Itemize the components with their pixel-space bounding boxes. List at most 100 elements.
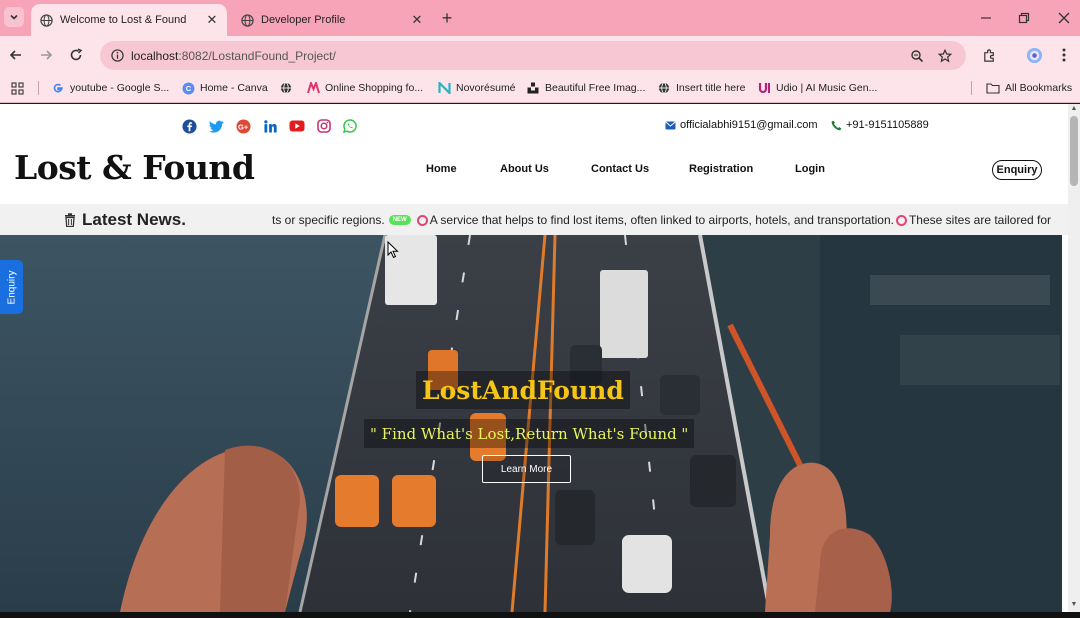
zoom-icon[interactable] xyxy=(908,47,926,65)
restore-button[interactable] xyxy=(1012,6,1036,30)
google-icon xyxy=(51,81,65,95)
extensions-button[interactable] xyxy=(977,43,1001,67)
reload-icon xyxy=(70,48,83,61)
restore-icon xyxy=(1018,12,1030,24)
new-badge: NEW xyxy=(388,214,411,225)
twitter-icon[interactable] xyxy=(208,118,224,134)
bullet-icon xyxy=(895,214,907,226)
linkedin-icon[interactable] xyxy=(262,118,278,134)
udio-icon xyxy=(757,81,771,95)
hero-subtitle: " Find What's Lost,Return What's Found " xyxy=(364,419,695,448)
site-info-icon[interactable] xyxy=(108,47,126,65)
close-tab-icon[interactable]: ✕ xyxy=(408,11,426,29)
browser-window: Welcome to Lost & Found ✕ Developer Prof… xyxy=(0,0,1080,618)
news-ticker[interactable]: ts or specific regions. NEW A service th… xyxy=(272,204,1062,235)
profile-button[interactable] xyxy=(1022,43,1046,67)
arrow-right-icon xyxy=(41,50,53,60)
google-plus-icon[interactable]: G+ xyxy=(235,118,251,134)
site-logo[interactable]: Lost & Found xyxy=(14,148,255,187)
bullet-icon xyxy=(416,214,428,226)
scrollbar-thumb[interactable] xyxy=(1070,116,1078,186)
svg-text:C: C xyxy=(185,84,191,93)
hero-text-block: LostAndFound " Find What's Lost,Return W… xyxy=(0,235,1062,612)
myntra-icon xyxy=(306,81,320,95)
phone-icon xyxy=(831,120,842,131)
minimize-icon xyxy=(981,17,991,19)
nav-contact-us[interactable]: Contact Us xyxy=(591,163,649,175)
side-enquiry-tab[interactable]: Enquiry xyxy=(0,260,23,314)
youtube-icon[interactable] xyxy=(289,118,305,134)
canva-icon: C xyxy=(181,81,195,95)
bookmark-unsplash[interactable]: Beautiful Free Imag... xyxy=(526,79,645,97)
address-bar[interactable]: localhost:8082/LostandFound_Project/ xyxy=(100,41,966,70)
hero-title: LostAndFound xyxy=(416,371,630,409)
web-page: G+ officialabhi9151@gmail.com +91-915110… xyxy=(0,104,1068,612)
ticker-text: ts or specific regions. xyxy=(272,212,385,227)
globe-icon xyxy=(240,13,254,27)
apps-button[interactable] xyxy=(11,79,24,97)
reload-button[interactable] xyxy=(64,43,88,67)
phone-contact[interactable]: +91-9151105889 xyxy=(831,117,929,133)
globe-icon xyxy=(279,81,293,95)
tab-search-button[interactable] xyxy=(4,7,24,27)
divider xyxy=(38,81,39,95)
close-tab-icon[interactable]: ✕ xyxy=(203,11,221,29)
unsplash-icon xyxy=(526,81,540,95)
tab-title: Welcome to Lost & Found xyxy=(60,14,187,26)
envelope-icon xyxy=(665,121,676,130)
news-bar: Latest News. ts or specific regions. NEW… xyxy=(0,204,1068,235)
learn-more-button[interactable]: Learn More xyxy=(482,455,571,483)
novoresume-icon xyxy=(437,81,451,95)
ticker-text: A service that helps to find lost items,… xyxy=(429,212,894,227)
bookmark-canva[interactable]: C Home - Canva xyxy=(181,79,268,97)
puzzle-icon xyxy=(983,48,994,62)
bookmark-youtube[interactable]: youtube - Google S... xyxy=(51,79,169,97)
arrow-left-icon xyxy=(9,50,21,60)
hero-banner: LostAndFound " Find What's Lost,Return W… xyxy=(0,235,1062,612)
bookmark-udio[interactable]: Udio | AI Music Gen... xyxy=(757,79,877,97)
bookmark-insert-title[interactable]: Insert title here xyxy=(657,79,745,97)
tab-welcome[interactable]: Welcome to Lost & Found ✕ xyxy=(31,4,227,36)
folder-icon xyxy=(986,81,1000,95)
whatsapp-icon[interactable] xyxy=(342,118,358,134)
bookmark-globe[interactable] xyxy=(279,79,298,97)
email-contact[interactable]: officialabhi9151@gmail.com xyxy=(665,117,818,133)
bookmarks-bar: youtube - Google S... C Home - Canva Onl… xyxy=(0,74,1080,103)
tab-title: Developer Profile xyxy=(261,14,346,26)
kebab-menu-icon xyxy=(1062,48,1066,62)
new-tab-button[interactable]: + xyxy=(437,8,457,28)
nav-home[interactable]: Home xyxy=(426,163,457,175)
trash-icon xyxy=(64,213,76,227)
minimize-button[interactable] xyxy=(974,6,998,30)
apps-grid-icon xyxy=(11,81,24,95)
ticker-text: These sites are tailored for xyxy=(908,212,1052,227)
close-icon xyxy=(1058,12,1070,24)
back-button[interactable] xyxy=(4,43,28,67)
close-window-button[interactable] xyxy=(1052,6,1076,30)
screen-bottom-edge xyxy=(0,612,1080,618)
mouse-cursor-icon xyxy=(387,240,399,259)
menu-button[interactable] xyxy=(1052,43,1076,67)
facebook-icon[interactable] xyxy=(181,118,197,134)
nav-login[interactable]: Login xyxy=(795,163,825,175)
scroll-down-arrow-icon[interactable]: ▼ xyxy=(1069,601,1079,610)
bookmark-myntra[interactable]: Online Shopping fo... xyxy=(306,79,423,97)
all-bookmarks-button[interactable]: All Bookmarks xyxy=(986,79,1072,97)
browser-toolbar: localhost:8082/LostandFound_Project/ xyxy=(0,36,1080,74)
bookmark-star-icon[interactable] xyxy=(936,47,954,65)
nav-registration[interactable]: Registration xyxy=(689,163,753,175)
svg-text:G+: G+ xyxy=(238,122,249,131)
globe-icon xyxy=(39,13,53,27)
globe-icon xyxy=(657,81,671,95)
enquiry-button[interactable]: Enquiry xyxy=(992,160,1042,180)
chevron-down-icon xyxy=(10,14,18,20)
divider xyxy=(971,81,972,95)
top-info-bar: G+ officialabhi9151@gmail.com +91-915110… xyxy=(0,104,1068,150)
tab-developer-profile[interactable]: Developer Profile ✕ xyxy=(232,4,432,36)
tab-strip: Welcome to Lost & Found ✕ Developer Prof… xyxy=(0,0,1080,36)
nav-about-us[interactable]: About Us xyxy=(500,163,549,175)
scroll-up-arrow-icon[interactable]: ▲ xyxy=(1069,105,1079,114)
instagram-icon[interactable] xyxy=(316,118,332,134)
forward-button[interactable] xyxy=(34,43,58,67)
bookmark-novoresume[interactable]: Novorésumé xyxy=(437,79,516,97)
